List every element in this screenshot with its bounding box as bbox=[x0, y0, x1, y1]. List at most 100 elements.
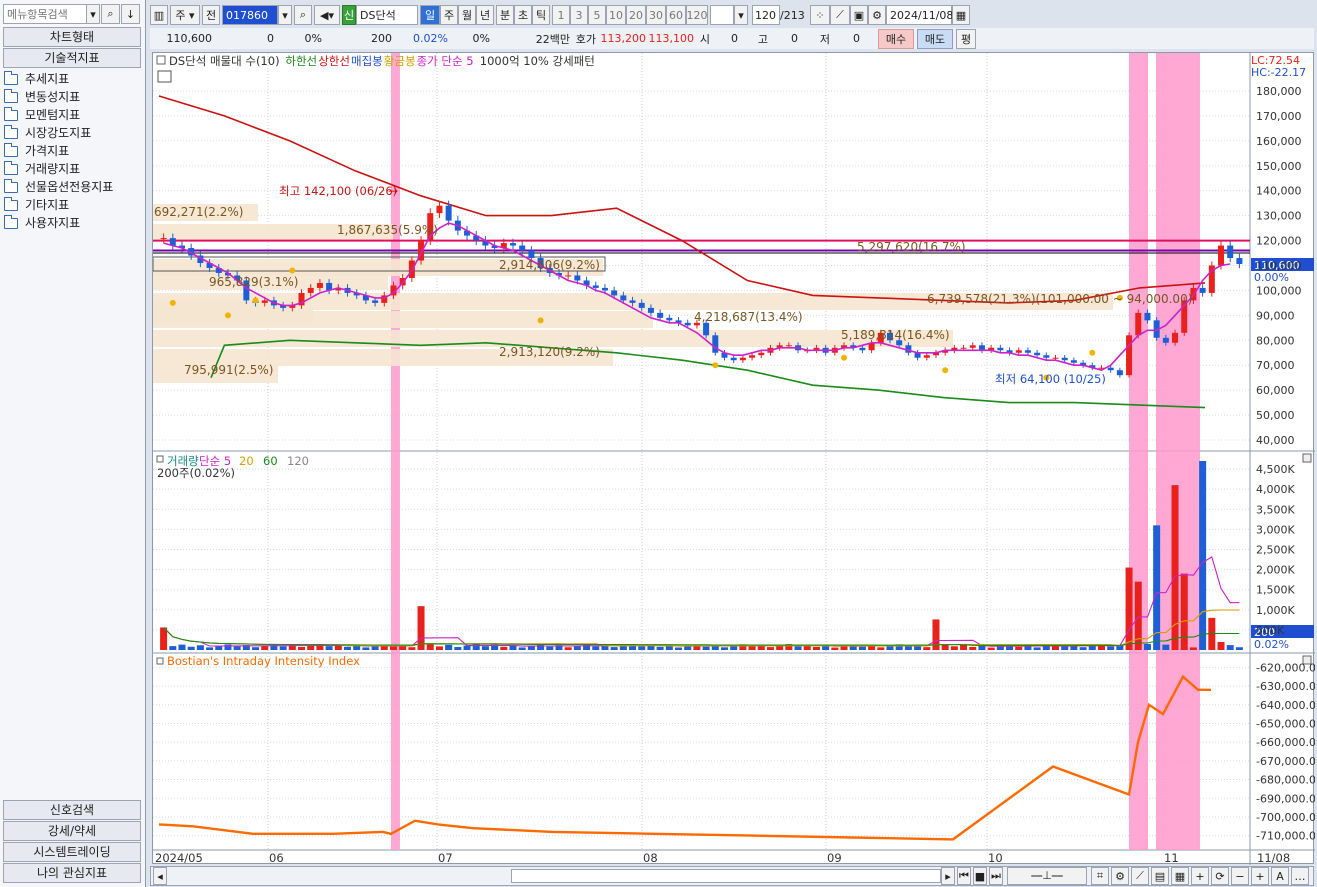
chart-canvas[interactable]: DS단석 매물대 수(10) 하한선 상한선 매집봉 황금봉 종가 단순 5 1000억 1… bbox=[153, 53, 1315, 865]
period-second-button[interactable]: 초 bbox=[514, 5, 532, 25]
interval-20[interactable]: 20 bbox=[626, 5, 646, 25]
folder-icon bbox=[4, 106, 18, 121]
volume-tick-label: 3,500K bbox=[1256, 503, 1295, 516]
tree-item[interactable]: 추세지표 bbox=[4, 70, 142, 88]
save-icon[interactable]: ▣ bbox=[850, 5, 868, 25]
price-tick-label: 40,000 bbox=[1256, 434, 1295, 447]
candle-body bbox=[1236, 258, 1243, 265]
last-page-icon[interactable]: ⏭ bbox=[989, 867, 1003, 885]
period-month-button[interactable]: 월 bbox=[458, 5, 476, 25]
interval-30[interactable]: 30 bbox=[646, 5, 666, 25]
code-dropdown-button[interactable]: ▾ bbox=[278, 5, 292, 25]
menu-search-input[interactable] bbox=[3, 4, 87, 24]
sell-button[interactable]: 매도 bbox=[917, 28, 953, 49]
interval-5[interactable]: 5 bbox=[588, 5, 606, 25]
volume-tick-label: 1,500K bbox=[1256, 584, 1295, 597]
calendar-icon[interactable]: ▦ bbox=[952, 5, 970, 25]
display-count-input[interactable]: 120 bbox=[752, 5, 780, 25]
scroll-bar[interactable]: ◂ ▸ ⏮ ■ ⏭ ⎯⎯⊥⎯⎯ ⌗ ⚙ ⟋ ▤ ▦ + ⟳ − + A … bbox=[150, 866, 1314, 886]
price-tick-label: 70,000 bbox=[1256, 359, 1295, 372]
signal-search-tab[interactable]: 신호검색 bbox=[3, 800, 141, 820]
tree-item[interactable]: 모멘텀지표 bbox=[4, 106, 142, 124]
xaxis-label: 09 bbox=[827, 851, 842, 865]
tree-item-label: 사용자지표 bbox=[25, 216, 81, 230]
candle-body bbox=[923, 355, 930, 358]
tree-item[interactable]: 거래량지표 bbox=[4, 160, 142, 178]
prev-button[interactable]: 전 bbox=[202, 5, 220, 25]
draw-tool-icon[interactable]: ⟋ bbox=[1131, 867, 1149, 885]
trend-icon[interactable]: ⟋ bbox=[830, 5, 850, 25]
gear-icon[interactable]: ⚙ bbox=[868, 5, 886, 25]
grid-icon[interactable]: ▦ bbox=[1171, 867, 1189, 885]
first-page-icon[interactable]: ⏮ bbox=[957, 867, 971, 885]
market-select[interactable]: 주 ▾ bbox=[170, 5, 200, 25]
text-tool-icon[interactable]: A bbox=[1271, 867, 1289, 885]
table-icon bbox=[157, 70, 172, 83]
period-day-button[interactable]: 일 bbox=[420, 5, 440, 25]
candle-body bbox=[997, 347, 1004, 351]
volume-bar bbox=[1079, 647, 1087, 650]
stock-name-field[interactable]: DS단석 bbox=[356, 5, 418, 25]
interval-input[interactable] bbox=[710, 5, 734, 25]
chart-type-header[interactable]: 차트형태 bbox=[3, 27, 141, 47]
download-arrow-icon[interactable]: ↓ bbox=[121, 4, 140, 24]
my-indicators-tab[interactable]: 나의 관심지표 bbox=[3, 863, 141, 883]
search-icon[interactable]: ⌕ bbox=[101, 4, 120, 24]
highlight-band bbox=[1156, 53, 1200, 850]
interval-dropdown-button[interactable]: ▾ bbox=[734, 5, 748, 25]
scroll-thumb[interactable] bbox=[511, 869, 941, 883]
gold-marker bbox=[289, 267, 296, 274]
period-minute-button[interactable]: 분 bbox=[496, 5, 514, 25]
panel-toggle-icon[interactable]: ▥ bbox=[150, 5, 168, 25]
search-dropdown-button[interactable]: ▾ bbox=[86, 4, 100, 24]
chart-settings-icon[interactable]: ⚙ bbox=[1111, 867, 1129, 885]
crosshair-icon[interactable]: ⌗ bbox=[1091, 867, 1109, 885]
system-trading-tab[interactable]: 시스템트레이딩 bbox=[3, 842, 141, 862]
interval-3[interactable]: 3 bbox=[570, 5, 588, 25]
volume-tick-label: 1,000K bbox=[1256, 604, 1295, 617]
tree-item[interactable]: 선물옵션전용지표 bbox=[4, 178, 142, 196]
candle-body bbox=[1070, 360, 1077, 363]
compare-icon[interactable]: ⁘ bbox=[810, 5, 830, 25]
minus-icon[interactable]: − bbox=[1231, 867, 1249, 885]
period-year-button[interactable]: 년 bbox=[476, 5, 494, 25]
strength-weakness-tab[interactable]: 강세/약세 bbox=[3, 821, 141, 841]
tree-item[interactable]: 변동성지표 bbox=[4, 88, 142, 106]
layout-icon[interactable]: ▤ bbox=[1151, 867, 1169, 885]
chart-area[interactable]: DS단석 매물대 수(10) 하한선 상한선 매집봉 황금봉 종가 단순 5 1000억 1… bbox=[152, 52, 1315, 865]
speaker-icon[interactable]: ◀▾ bbox=[314, 5, 340, 25]
period-tick-button[interactable]: 틱 bbox=[532, 5, 550, 25]
bii-tick-label: -630,000.0 bbox=[1256, 680, 1315, 693]
zoom-slider[interactable]: ⎯⎯⊥⎯⎯ bbox=[1007, 867, 1087, 885]
more-icon[interactable]: … bbox=[1291, 867, 1309, 885]
volume-tick-label: 4,000K bbox=[1256, 483, 1295, 496]
volume-bar bbox=[408, 647, 416, 650]
search-icon[interactable]: ⌕ bbox=[294, 5, 312, 25]
stop-icon[interactable]: ■ bbox=[973, 867, 987, 885]
date-input[interactable]: 2024/11/08 bbox=[886, 5, 953, 25]
tech-indicator-header[interactable]: 기술적지표 bbox=[3, 48, 141, 68]
tree-item[interactable]: 사용자지표 bbox=[4, 214, 142, 232]
interval-60[interactable]: 60 bbox=[666, 5, 686, 25]
scroll-left-icon[interactable]: ◂ bbox=[153, 867, 167, 885]
profile-label: 6,739,578(21.3%)(101,000.00 ~ 94,000.00) bbox=[927, 292, 1192, 306]
interval-1[interactable]: 1 bbox=[552, 5, 570, 25]
tree-item[interactable]: 가격지표 bbox=[4, 142, 142, 160]
candle-body bbox=[528, 250, 535, 259]
average-button[interactable]: 평 bbox=[956, 28, 976, 49]
price-legend-item: 상한선 bbox=[318, 54, 350, 68]
interval-120[interactable]: 120 bbox=[686, 5, 708, 25]
scroll-right-icon[interactable]: ▸ bbox=[941, 867, 955, 885]
interval-10[interactable]: 10 bbox=[606, 5, 626, 25]
tree-item[interactable]: 기타지표 bbox=[4, 196, 142, 214]
tree-item[interactable]: 시장강도지표 bbox=[4, 124, 142, 142]
reset-icon[interactable]: ⟳ bbox=[1211, 867, 1229, 885]
price-tick-label: 170,000 bbox=[1256, 110, 1302, 123]
indicator-tree: 추세지표 변동성지표 모멘텀지표 시장강도지표 가격지표 거래량지표 선물옵션전용지표 기타지… bbox=[4, 70, 142, 232]
plus-icon[interactable]: + bbox=[1251, 867, 1269, 885]
zoom-in-icon[interactable]: + bbox=[1191, 867, 1209, 885]
buy-button[interactable]: 매수 bbox=[878, 28, 914, 49]
period-week-button[interactable]: 주 bbox=[440, 5, 458, 25]
candle-body bbox=[758, 352, 765, 356]
stock-code-input[interactable]: 017860 bbox=[222, 5, 278, 25]
